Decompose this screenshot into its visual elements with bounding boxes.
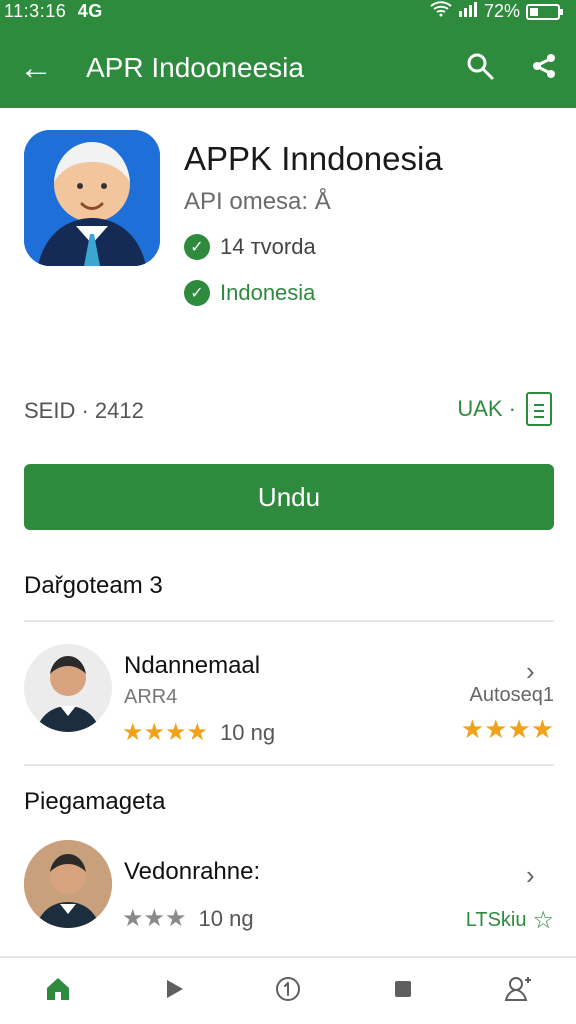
app-logo-icon bbox=[24, 130, 160, 266]
top-app-bar: 11:3:16 4G 72% ← APR Indooneesia bbox=[0, 0, 576, 108]
status-time-text: 11:3:16 bbox=[4, 1, 67, 21]
divider bbox=[24, 620, 554, 622]
network-label: 4G bbox=[77, 1, 103, 21]
review-sub: ARR4 bbox=[124, 686, 178, 708]
related-item[interactable]: Vedonrahne: ★★★ 10 ng › LTSkiu ☆ bbox=[24, 840, 554, 960]
nav-home[interactable] bbox=[23, 961, 93, 1021]
status-bar: 11:3:16 4G 72% bbox=[0, 0, 576, 26]
related-name: Vedonrahne: bbox=[124, 858, 261, 885]
home-icon bbox=[43, 974, 73, 1009]
related-rating-text: 10 ng bbox=[198, 905, 254, 931]
related-stars: ★★★ 10 ng bbox=[122, 904, 254, 933]
review-name: Ndannemaal bbox=[124, 652, 261, 679]
signal-icon bbox=[458, 1, 478, 22]
numbered-circle-icon bbox=[273, 974, 303, 1009]
square-icon bbox=[388, 974, 418, 1009]
app-downloads-row: ✓ 14 тvorda bbox=[184, 234, 316, 260]
review-item[interactable]: Ndannemaal ARR4 ★★★★ 10 ng › Autoseq1 ★★… bbox=[24, 644, 554, 764]
chevron-right-icon[interactable]: › bbox=[526, 860, 550, 890]
wifi-icon bbox=[430, 1, 452, 22]
related-right-text: LTSkiu bbox=[465, 909, 527, 931]
share-button[interactable] bbox=[512, 36, 576, 100]
divider bbox=[24, 764, 554, 766]
app-region-row: ✓ Indonesia bbox=[184, 280, 315, 306]
search-button[interactable] bbox=[448, 36, 512, 100]
nav-account[interactable] bbox=[483, 961, 553, 1021]
search-icon bbox=[465, 51, 495, 86]
back-arrow-icon: ← bbox=[19, 48, 53, 87]
app-header: APPK Inndonesia API omesa: Å ✓ 14 тvorda… bbox=[0, 120, 576, 330]
avatar bbox=[24, 644, 112, 732]
app-bar: ← APR Indooneesia bbox=[0, 36, 576, 100]
star-outline-icon: ☆ bbox=[532, 907, 554, 934]
nav-square[interactable] bbox=[368, 961, 438, 1021]
status-time: 11:3:16 4G bbox=[4, 1, 103, 22]
app-downloads: 14 тvorda bbox=[220, 234, 316, 259]
verified-check-icon: ✓ bbox=[184, 280, 210, 306]
app-bar-title: APR Indooneesia bbox=[86, 52, 304, 83]
chevron-right-icon[interactable]: › bbox=[526, 656, 550, 686]
related-right-label: LTSkiu ☆ bbox=[466, 906, 554, 935]
nav-numbered[interactable] bbox=[253, 961, 323, 1021]
document-icon bbox=[526, 392, 552, 426]
review-rating-text: 10 ng bbox=[220, 719, 276, 745]
share-icon bbox=[529, 51, 559, 86]
check-circle-icon: ✓ bbox=[184, 234, 210, 260]
account-icon bbox=[503, 974, 533, 1009]
bottom-navigation bbox=[0, 956, 576, 1024]
app-developer-meta: API omesa: Å bbox=[184, 188, 331, 215]
star-rating-icon: ★★★ bbox=[122, 905, 187, 932]
info-left: SEID · 2412 bbox=[24, 398, 144, 423]
review-right-stars: ★★★★ bbox=[460, 714, 554, 744]
nav-play[interactable] bbox=[138, 961, 208, 1021]
back-button[interactable]: ← bbox=[0, 36, 72, 100]
battery-percent: 72% bbox=[483, 1, 520, 21]
app-name: APPK Inndonesia bbox=[184, 140, 443, 177]
review-stars: ★★★★ 10 ng bbox=[122, 718, 275, 747]
info-right[interactable]: UAK · bbox=[457, 392, 552, 426]
info-right-label: UAK · bbox=[457, 396, 516, 421]
review-right-label: Autoseq1 bbox=[469, 684, 554, 706]
star-rating-icon: ★★★★ bbox=[122, 719, 209, 746]
app-region: Indonesia bbox=[220, 280, 316, 305]
battery-icon bbox=[526, 3, 563, 20]
related-section-title: Piegamageta bbox=[24, 788, 166, 815]
status-right: 72% bbox=[430, 1, 563, 22]
reviews-section-title: Dařgoteam 3 bbox=[24, 572, 163, 599]
info-row: SEID · 2412 UAK · bbox=[24, 392, 552, 432]
play-icon bbox=[158, 974, 188, 1009]
install-button[interactable]: Undu bbox=[24, 464, 554, 530]
avatar bbox=[24, 840, 112, 928]
